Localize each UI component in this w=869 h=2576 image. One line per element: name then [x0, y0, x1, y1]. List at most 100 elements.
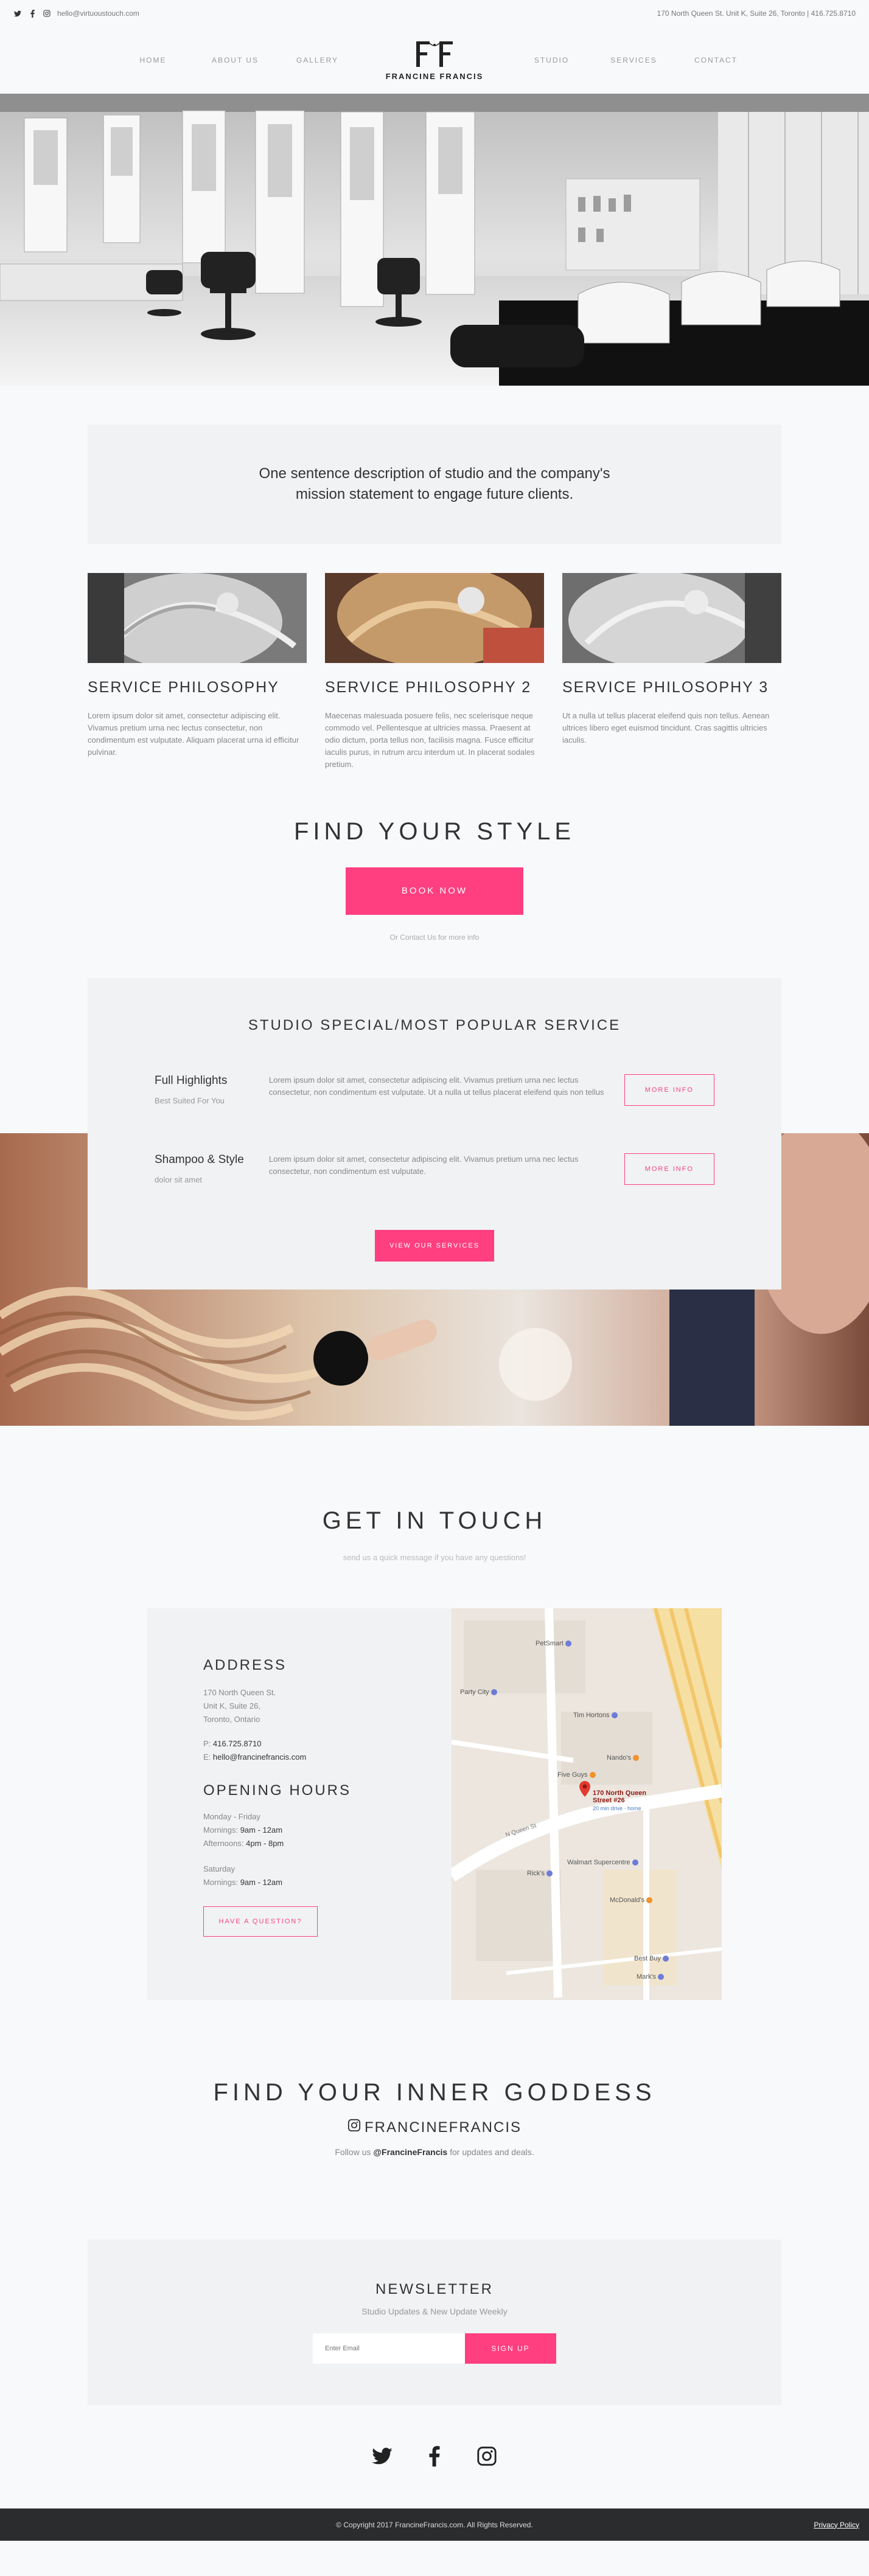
contact-box: ADDRESS 170 North Queen St. Unit K, Suit… — [147, 1608, 722, 2000]
sign-up-button[interactable]: SIGN UP — [465, 2333, 556, 2364]
saturday-time: 9am - 12am — [240, 1878, 283, 1887]
weekday-mornings: Mornings: 9am - 12am — [203, 1824, 396, 1837]
get-in-touch-subtitle: send us a quick message if you have any … — [343, 1553, 526, 1562]
special-service-name-block: Full Highlights Best Suited For You — [155, 1074, 269, 1106]
weekday-hours: Monday - Friday Mornings: 9am - 12am Aft… — [203, 1810, 396, 1850]
main-nav: HOME ABOUT US GALLERY FRANCINE FRANCIS S… — [0, 27, 869, 94]
more-info-button[interactable]: MORE INFO — [624, 1074, 715, 1106]
twitter-icon[interactable] — [13, 9, 22, 18]
restaurant-pin-icon — [646, 1897, 653, 1903]
map-poi-walmart[interactable]: Walmart Supercentre — [567, 1859, 638, 1866]
map-pin-subtitle: 20 min drive · home — [593, 1805, 641, 1811]
special-service-row: Full Highlights Best Suited For You Lore… — [155, 1074, 715, 1106]
service-description: Lorem ipsum dolor sit amet, consectetur … — [88, 711, 299, 757]
newsletter-panel: NEWSLETTER Studio Updates & New Update W… — [88, 2240, 781, 2405]
hero-salon-image — [0, 94, 869, 386]
follow-suffix: for updates and deals. — [450, 2147, 534, 2157]
location-map[interactable]: PetSmart Party City Tim Hortons Nando's … — [452, 1608, 722, 2000]
book-now-button[interactable]: BOOK NOW — [346, 867, 523, 915]
mornings-label: Mornings: — [203, 1878, 239, 1887]
studio-special-panel: STUDIO SPECIAL/MOST POPULAR SERVICE Full… — [88, 978, 781, 1290]
find-your-style-section: FIND YOUR STYLE BOOK NOW Or Contact Us f… — [0, 818, 869, 942]
map-poi-petsmart[interactable]: PetSmart — [536, 1640, 571, 1647]
newsletter-form: SIGN UP — [88, 2333, 781, 2364]
address-panel: ADDRESS 170 North Queen St. Unit K, Suit… — [147, 1608, 452, 2000]
footer: © Copyright 2017 FrancineFrancis.com. Al… — [0, 2508, 869, 2541]
service-image-bw-updo — [88, 573, 307, 663]
more-info-button[interactable]: MORE INFO — [624, 1153, 715, 1185]
follow-prefix: Follow us — [335, 2147, 371, 2157]
follow-handle[interactable]: @FrancineFrancis — [373, 2147, 447, 2157]
saturday-hours: Saturday Mornings: 9am - 12am — [203, 1863, 396, 1889]
shop-pin-icon — [565, 1640, 571, 1647]
map-poi-five-guys[interactable]: Five Guys — [557, 1771, 596, 1779]
inner-goddess-title: FIND YOUR INNER GODDESS — [213, 2079, 656, 2106]
map-poi-mcdonalds[interactable]: McDonald's — [610, 1897, 653, 1904]
logo-text: FRANCINE FRANCIS — [385, 71, 484, 81]
address-title: ADDRESS — [203, 1657, 287, 1673]
phone-label: P: — [203, 1739, 211, 1748]
shop-pin-icon — [632, 1859, 638, 1866]
newsletter-email-input[interactable] — [313, 2333, 465, 2364]
newsletter-subtitle: Studio Updates & New Update Weekly — [361, 2307, 508, 2316]
service-title: SERVICE PHILOSOPHY 2 — [325, 679, 532, 696]
get-in-touch-title: GET IN TOUCH — [322, 1507, 547, 1534]
topbar-email[interactable]: hello@virtuoustouch.com — [57, 9, 139, 18]
nav-about-us[interactable]: ABOUT US — [194, 56, 276, 64]
map-poi-ricks[interactable]: Rick's — [527, 1870, 553, 1877]
copyright-text: © Copyright 2017 FrancineFrancis.com. Al… — [336, 2520, 533, 2529]
restaurant-pin-icon — [633, 1755, 640, 1761]
email-line: E: hello@francinefrancis.com — [203, 1751, 396, 1764]
address-line: Toronto, Ontario — [203, 1715, 260, 1724]
facebook-icon[interactable] — [422, 2444, 447, 2468]
afternoons-time: 4pm - 8pm — [246, 1839, 284, 1848]
follow-text: Follow us @FrancineFrancis for updates a… — [0, 2147, 869, 2157]
nav-contact[interactable]: CONTACT — [675, 56, 757, 64]
top-bar-left: hello@virtuoustouch.com — [13, 9, 139, 18]
topbar-address: 170 North Queen St. Unit K, Suite 26, To… — [657, 9, 856, 18]
service-card: SERVICE PHILOSOPHY 3 Ut a nulla ut tellu… — [562, 573, 781, 771]
view-our-services-button[interactable]: VIEW OUR SERVICES — [375, 1230, 494, 1262]
inner-goddess-section: FIND YOUR INNER GODDESS FRANCINEFRANCIS … — [0, 2079, 869, 2157]
service-title: SERVICE PHILOSOPHY — [88, 679, 279, 696]
special-service-subtitle: dolor sit amet — [155, 1175, 203, 1184]
service-image-color-updo — [325, 573, 544, 663]
social-links — [0, 2444, 869, 2468]
service-image-bw-braid — [562, 573, 781, 663]
map-poi-tim-hortons[interactable]: Tim Hortons — [573, 1712, 618, 1719]
email-address[interactable]: hello@francinefrancis.com — [213, 1752, 306, 1762]
map-location-pin[interactable] — [579, 1781, 590, 1800]
instagram-icon[interactable] — [43, 9, 51, 18]
address-line: Unit K, Suite 26, — [203, 1701, 260, 1710]
site-logo[interactable]: FRANCINE FRANCIS — [358, 40, 511, 81]
twitter-icon[interactable] — [370, 2444, 394, 2468]
map-poi-best-buy[interactable]: Best Buy — [634, 1955, 669, 1962]
service-description: Maecenas malesuada posuere felis, nec sc… — [325, 711, 535, 769]
nav-home[interactable]: HOME — [112, 56, 194, 64]
map-pin-title: 170 North Queen Street #26 — [593, 1790, 647, 1804]
nav-gallery[interactable]: GALLERY — [276, 56, 358, 64]
phone-number[interactable]: 416.725.8710 — [213, 1739, 262, 1748]
facebook-icon[interactable] — [28, 9, 37, 18]
nav-left-group: HOME ABOUT US GALLERY — [112, 56, 358, 64]
nav-services[interactable]: SERVICES — [593, 56, 675, 64]
cafe-pin-icon — [611, 1712, 618, 1718]
instagram-icon[interactable] — [475, 2444, 499, 2468]
saturday-label: Saturday — [203, 1864, 236, 1873]
special-service-name: Shampoo & Style — [155, 1153, 244, 1166]
shop-pin-icon — [490, 1689, 497, 1695]
instagram-handle-link[interactable]: FRANCINEFRANCIS — [0, 2119, 869, 2136]
mornings-time: 9am - 12am — [240, 1825, 283, 1835]
restaurant-pin-icon — [589, 1772, 596, 1778]
special-service-description: Lorem ipsum dolor sit amet, consectetur … — [268, 1154, 579, 1176]
mornings-label: Mornings: — [203, 1825, 239, 1835]
map-poi-nandos[interactable]: Nando's — [607, 1754, 640, 1762]
contact-note[interactable]: Or Contact Us for more info — [0, 933, 869, 942]
map-poi-marks[interactable]: Mark's — [637, 1973, 665, 1981]
newsletter-title: NEWSLETTER — [375, 2281, 494, 2297]
services-row: SERVICE PHILOSOPHY Lorem ipsum dolor sit… — [88, 573, 781, 771]
have-a-question-button[interactable]: HAVE A QUESTION? — [203, 1906, 318, 1937]
privacy-policy-link[interactable]: Privacy Policy — [814, 2521, 859, 2529]
map-poi-party-city[interactable]: Party City — [460, 1689, 497, 1696]
nav-studio[interactable]: STUDIO — [511, 56, 593, 64]
